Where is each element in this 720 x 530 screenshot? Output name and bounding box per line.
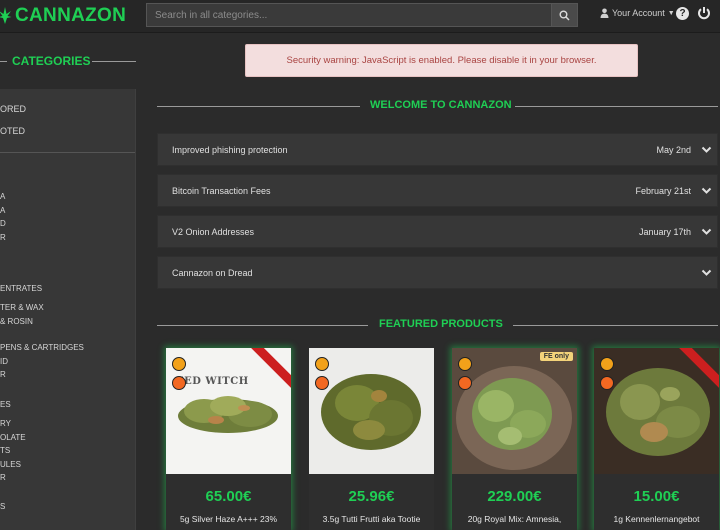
product-image[interactable] (309, 348, 434, 474)
brand-name: CANNAZON (15, 5, 127, 26)
category-item[interactable]: R (0, 473, 6, 482)
search-button[interactable] (551, 3, 578, 27)
divider (0, 152, 135, 153)
top-bar: CANNAZON Your Account ▼ ? (0, 0, 720, 33)
news-title: Cannazon on Dread (172, 268, 253, 278)
product-card[interactable]: EED WITCH 65.00€ 5g Silver Haze A+++ 23% (166, 348, 291, 530)
category-item[interactable]: S (0, 502, 5, 511)
divider (515, 106, 718, 107)
logo[interactable]: CANNAZON (0, 5, 126, 27)
bitcoin-icon (458, 357, 472, 371)
category-item[interactable]: ULES (0, 460, 21, 469)
divider (92, 61, 136, 62)
product-price: 25.96€ (348, 488, 395, 505)
product-card[interactable]: 15.00€ 1g Kennenlernangebot (594, 348, 719, 530)
news-title: Bitcoin Transaction Fees (172, 186, 271, 196)
category-featured[interactable]: ORED (0, 104, 26, 114)
category-list: ORED OTED A A D R ENTRATES TER & WAX & R… (0, 89, 136, 530)
search-input[interactable] (146, 3, 551, 27)
news-date: January 17th (638, 227, 691, 237)
monero-icon (600, 376, 614, 390)
security-warning-alert: Security warning: JavaScript is enabled.… (245, 44, 638, 77)
divider (157, 106, 360, 107)
category-item[interactable]: A (0, 206, 5, 215)
product-name[interactable]: 5g Silver Haze A+++ 23% (168, 513, 289, 526)
news-item[interactable]: Bitcoin Transaction Fees February 21st (157, 174, 718, 207)
news-item[interactable]: V2 Onion Addresses January 17th (157, 215, 718, 248)
power-icon[interactable] (697, 6, 711, 20)
category-item[interactable]: TS (0, 446, 10, 455)
cannabis-leaf-icon (0, 7, 12, 24)
chevron-down-icon (701, 146, 712, 153)
alert-text: Security warning: JavaScript is enabled.… (286, 55, 597, 66)
divider (513, 325, 718, 326)
category-item[interactable]: RY (0, 419, 11, 428)
category-concentrates[interactable]: ENTRATES (0, 284, 42, 293)
news-item[interactable]: Improved phishing protection May 2nd (157, 133, 718, 166)
category-item[interactable]: ID (0, 357, 8, 366)
divider (157, 325, 368, 326)
bitcoin-icon (172, 357, 186, 371)
categories-header: CATEGORIES (0, 54, 137, 70)
chevron-down-icon (701, 228, 712, 235)
category-item[interactable]: & ROSIN (0, 317, 33, 326)
category-item[interactable]: PENS & CARTRIDGES (0, 343, 84, 352)
news-item[interactable]: Cannazon on Dread (157, 256, 718, 289)
monero-icon (172, 376, 186, 390)
news-title: Improved phishing protection (172, 145, 288, 155)
welcome-header: WELCOME TO CANNAZON (157, 99, 718, 115)
help-icon[interactable]: ? (676, 7, 689, 20)
categories-title: CATEGORIES (12, 54, 91, 68)
news-date: February 21st (635, 186, 691, 196)
category-item[interactable]: OLATE (0, 433, 26, 442)
monero-icon (458, 376, 472, 390)
fe-only-tag: FE only (539, 352, 573, 361)
search-icon (559, 10, 570, 21)
category-item[interactable]: R (0, 233, 6, 242)
account-menu[interactable]: Your Account ▼ (600, 8, 675, 18)
category-item[interactable]: R (0, 370, 6, 379)
product-name[interactable]: 3.5g Tutti Frutti aka Tootie (311, 513, 432, 526)
news-date: May 2nd (656, 145, 691, 155)
featured-title: FEATURED PRODUCTS (379, 318, 503, 330)
product-name[interactable]: 20g Royal Mix: Amnesia, (454, 513, 575, 526)
search-bar (146, 3, 578, 27)
user-icon (600, 8, 609, 18)
product-image-text: EED WITCH (176, 376, 249, 387)
news-title: V2 Onion Addresses (172, 227, 255, 237)
product-image[interactable]: FE only (452, 348, 577, 474)
chevron-down-icon (701, 269, 712, 276)
featured-header: FEATURED PRODUCTS (157, 318, 718, 334)
bitcoin-icon (315, 357, 329, 371)
category-promoted[interactable]: OTED (0, 126, 25, 136)
category-item[interactable]: TER & WAX (0, 303, 44, 312)
bitcoin-icon (600, 357, 614, 371)
category-item[interactable]: A (0, 192, 5, 201)
product-card[interactable]: 25.96€ 3.5g Tutti Frutti aka Tootie (309, 348, 434, 530)
product-image[interactable] (594, 348, 719, 474)
caret-down-icon: ▼ (667, 9, 675, 17)
product-price: 65.00€ (205, 488, 252, 505)
sidebar: CATEGORIES ORED OTED A A D R ENTRATES TE… (0, 34, 137, 530)
account-label: Your Account (612, 8, 665, 18)
product-image[interactable]: EED WITCH (166, 348, 291, 474)
product-card[interactable]: FE only 229.00€ 20g Royal Mix: Amnesia, (452, 348, 577, 530)
chevron-down-icon (701, 187, 712, 194)
category-edibles[interactable]: ES (0, 400, 11, 409)
product-price: 229.00€ (487, 488, 542, 505)
welcome-title: WELCOME TO CANNAZON (370, 99, 512, 111)
divider (0, 61, 7, 62)
product-price: 15.00€ (633, 488, 680, 505)
category-item[interactable]: D (0, 219, 6, 228)
monero-icon (315, 376, 329, 390)
product-name[interactable]: 1g Kennenlernangebot (596, 513, 717, 526)
